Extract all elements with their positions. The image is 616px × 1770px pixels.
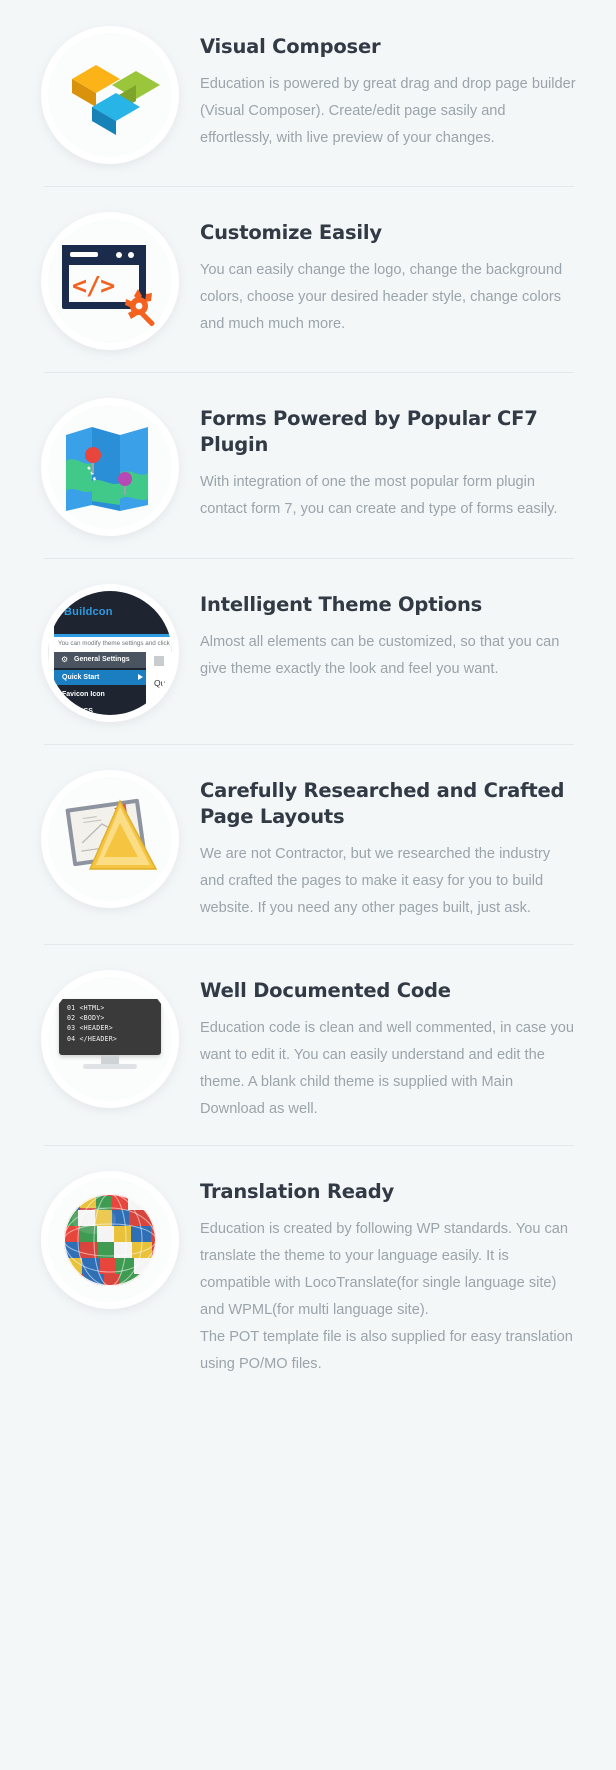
code-line: 03 <HEADER> [67, 1024, 113, 1033]
panel-pane-title: Quick [154, 678, 172, 688]
monitor-code-lines: 01 <HTML> 02 <BODY> 03 <HEADER> 04 </HEA… [67, 1003, 117, 1044]
feature-text: Forms Powered by Popular CF7 Plugin With… [186, 394, 580, 523]
code-line: 01 <HTML> [67, 1004, 105, 1012]
drafting-svg [65, 798, 158, 870]
feature-list: Visual Composer Education is powered by … [0, 0, 616, 1400]
feature-item-cf7-forms: Forms Powered by Popular CF7 Plugin With… [0, 372, 616, 558]
panel-content-pane: Quick [148, 652, 172, 715]
browser-dot-icon [128, 252, 134, 258]
panel-accent-rule [54, 634, 172, 637]
feature-description: Almost all elements can be customized, s… [200, 634, 560, 677]
visual-composer-cubes-icon [41, 26, 179, 164]
monitor-stand-base [83, 1064, 137, 1069]
icon-wrap: 01 <HTML> 02 <BODY> 03 <HEADER> 04 </HEA… [34, 966, 186, 1108]
icon-wrap [34, 22, 186, 164]
panel-menu-label: Quick Start [62, 674, 100, 681]
feature-description: With integration of one the most popular… [200, 474, 558, 517]
map-svg [66, 427, 148, 511]
panel-menu-favicon-icon[interactable]: Favicon Icon [54, 688, 146, 702]
feature-description: Education is created by following WP sta… [200, 1221, 573, 1372]
panel-menu-custom-css[interactable]: ng CSS [54, 705, 146, 715]
code-line: 02 <BODY> [67, 1014, 105, 1023]
feature-title: Forms Powered by Popular CF7 Plugin [200, 407, 538, 456]
feature-item-translation-ready: Translation Ready Education is created b… [0, 1145, 616, 1400]
feature-item-page-layouts: Carefully Researched and Crafted Page La… [0, 744, 616, 944]
feature-description: Education is powered by great drag and d… [200, 76, 576, 146]
feature-item-visual-composer: Visual Composer Education is powered by … [0, 0, 616, 186]
feature-item-documented-code: 01 <HTML> 02 <BODY> 03 <HEADER> 04 </HEA… [0, 944, 616, 1145]
feature-description: You can easily change the logo, change t… [200, 262, 563, 332]
gear-icon: ⚙ [61, 655, 69, 664]
feature-description: We are not Contractor, but we researched… [200, 846, 551, 916]
feature-item-theme-options: Buildcon You can modify theme settings a… [0, 558, 616, 744]
drafting-board-triangle-icon [41, 770, 179, 908]
panel-menu-general-settings[interactable]: ⚙ General Settings [54, 652, 146, 668]
panel-pane-icon [154, 656, 164, 666]
caret-right-icon [138, 674, 143, 680]
feature-text: Well Documented Code Education code is c… [186, 966, 580, 1123]
feature-title: Translation Ready [200, 1180, 395, 1203]
code-brackets-icon: </> [72, 271, 115, 300]
icon-wrap [34, 1167, 186, 1309]
panel-menu-label: ng CSS [68, 708, 93, 715]
browser-code-wrench-icon: </> [41, 212, 179, 350]
theme-options-panel-icon: Buildcon You can modify theme settings a… [41, 584, 179, 722]
icon-wrap: Buildcon You can modify theme settings a… [34, 580, 186, 722]
feature-text: Carefully Researched and Crafted Page La… [186, 766, 580, 922]
feature-text: Intelligent Theme Options Almost all ele… [186, 580, 580, 683]
cube-blue-top-icon [92, 93, 140, 107]
browser-address-pill-icon [70, 252, 98, 257]
panel-menu-label: General Settings [74, 656, 130, 663]
panel-note-text: You can modify theme settings and click … [58, 640, 172, 647]
icon-wrap: </> [34, 208, 186, 350]
feature-description: Education code is clean and well comment… [200, 1020, 574, 1117]
globe-svg [64, 1194, 156, 1286]
feature-title: Customize Easily [200, 221, 382, 244]
browser-dot-icon [116, 252, 122, 258]
monitor-code-icon: 01 <HTML> 02 <BODY> 03 <HEADER> 04 </HEA… [41, 970, 179, 1108]
code-line: 04 </HEADER> [67, 1034, 118, 1043]
panel-menu-quick-start[interactable]: Quick Start [54, 670, 146, 685]
folded-map-pins-icon [41, 398, 179, 536]
cube-green-top-icon [112, 71, 160, 85]
feature-title: Visual Composer [200, 35, 381, 58]
feature-title: Well Documented Code [200, 979, 451, 1002]
icon-wrap [34, 766, 186, 908]
feature-text: Customize Easily You can easily change t… [186, 208, 580, 338]
feature-text: Visual Composer Education is powered by … [186, 22, 580, 152]
feature-item-customize-easily: </> Customize Easily You can easily chan… [0, 186, 616, 372]
feature-title: Carefully Researched and Crafted Page La… [200, 779, 565, 828]
wrench-screwdriver-icon [125, 289, 155, 327]
theme-options-screenshot: Buildcon You can modify theme settings a… [48, 591, 172, 715]
panel-brand-label: Buildcon [64, 606, 113, 618]
feature-text: Translation Ready Education is created b… [186, 1167, 580, 1378]
feature-title: Intelligent Theme Options [200, 593, 483, 616]
icon-wrap [34, 394, 186, 536]
panel-menu-label: Favicon Icon [62, 691, 105, 698]
flag-globe-icon [41, 1171, 179, 1309]
